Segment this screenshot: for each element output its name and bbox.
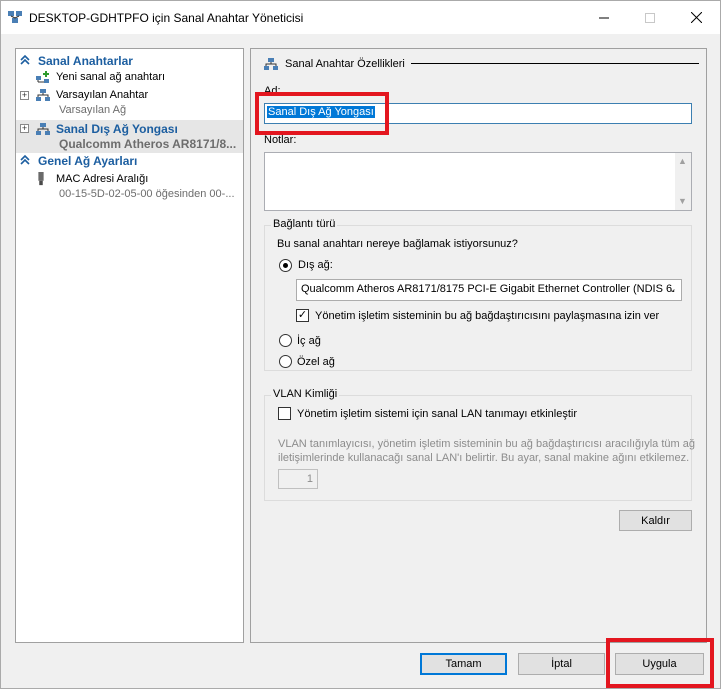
- tree-item-label: Varsayılan Anahtar: [56, 89, 149, 101]
- group-title: VLAN Kimliği: [271, 388, 340, 400]
- minimize-icon: [599, 17, 609, 18]
- internal-network-radio[interactable]: [279, 334, 292, 347]
- switch-icon: [264, 58, 278, 70]
- properties-title: Sanal Anahtar Özellikleri: [285, 58, 405, 70]
- switch-tree: Sanal Anahtarlar Yeni sanal ağ anahtarı …: [15, 48, 244, 643]
- expand-icon[interactable]: +: [20, 124, 29, 133]
- tree-item-sublabel: Varsayılan Ağ: [59, 104, 127, 116]
- maximize-icon: [645, 12, 655, 23]
- external-network-radio[interactable]: [279, 259, 292, 272]
- tree-item-label: MAC Adresi Aralığı: [56, 173, 149, 185]
- collapse-chevron-icon: [20, 154, 30, 165]
- switch-icon: [36, 89, 50, 101]
- notes-label: Notlar:: [264, 134, 297, 146]
- minimize-button[interactable]: [581, 1, 627, 34]
- title-bar: DESKTOP-GDHTPFO için Sanal Anahtar Yönet…: [1, 1, 720, 34]
- remove-button-label: Kaldır: [641, 514, 670, 527]
- cancel-button[interactable]: İptal: [518, 653, 605, 675]
- notes-scrollbar[interactable]: ▲ ▼: [675, 153, 691, 210]
- section-virtual-switches[interactable]: Sanal Anahtarlar: [16, 53, 243, 69]
- properties-header: Sanal Anahtar Özellikleri: [263, 57, 699, 71]
- ok-button-label: Tamam: [445, 658, 482, 670]
- scroll-up-icon: ▲: [678, 156, 687, 166]
- vlan-enable-label: Yönetim işletim sistemi için sanal LAN t…: [297, 408, 577, 420]
- switch-icon: [36, 123, 50, 135]
- external-network-label: Dış ağ:: [298, 259, 333, 271]
- group-title: Bağlantı türü: [271, 218, 338, 230]
- connection-question: Bu sanal anahtarı nereye bağlamak istiyo…: [277, 238, 518, 250]
- vlan-id-input[interactable]: 1: [278, 469, 318, 489]
- notes-textarea[interactable]: ▲ ▼: [264, 152, 692, 211]
- maximize-button[interactable]: [627, 1, 673, 34]
- header-divider: [411, 63, 699, 64]
- allow-share-label: Yönetim işletim sisteminin bu ağ bağdaşt…: [315, 310, 660, 322]
- section-global-network-settings[interactable]: Genel Ağ Ayarları: [16, 153, 243, 169]
- tree-item-external-switch[interactable]: + Sanal Dış Ağ Yongası Qualcomm Atheros …: [16, 120, 243, 153]
- network-switch-icon: [8, 11, 22, 23]
- tree-item-label: Sanal Dış Ağ Yongası: [56, 122, 178, 136]
- chevron-down-icon: ⌄: [667, 283, 677, 295]
- highlight-box-apply: [606, 638, 714, 688]
- virtual-switch-manager-window: DESKTOP-GDHTPFO için Sanal Anahtar Yönet…: [0, 0, 721, 689]
- tree-item-sublabel: 00-15-5D-02-05-00 öğesinden 00-...: [59, 188, 235, 200]
- private-network-label: Özel ağ: [297, 356, 335, 368]
- internal-network-label: İç ağ: [297, 335, 321, 347]
- vlan-id-value: 1: [306, 473, 313, 485]
- section-label: Sanal Anahtarlar: [38, 54, 133, 68]
- allow-share-checkbox[interactable]: ✓: [296, 309, 309, 322]
- section-label: Genel Ağ Ayarları: [38, 154, 138, 168]
- window-title: DESKTOP-GDHTPFO için Sanal Anahtar Yönet…: [29, 11, 304, 25]
- close-button[interactable]: [673, 1, 719, 34]
- vlan-enable-checkbox[interactable]: [278, 407, 291, 420]
- tree-item-default-switch[interactable]: + Varsayılan Anahtar Varsayılan Ağ: [16, 87, 243, 119]
- tree-item-new-switch[interactable]: Yeni sanal ağ anahtarı: [16, 69, 243, 85]
- remove-button[interactable]: Kaldır: [619, 510, 692, 531]
- vlan-description-line2: iletişimlerinde kullanacağı sanal LAN'ı …: [278, 452, 690, 464]
- tree-item-sublabel: Qualcomm Atheros AR8171/8...: [59, 137, 237, 151]
- network-adapter-select[interactable]: Qualcomm Atheros AR8171/8175 PCI-E Gigab…: [296, 279, 682, 301]
- collapse-chevron-icon: [20, 54, 30, 65]
- highlight-box-name: [255, 92, 389, 135]
- network-adapter-value: Qualcomm Atheros AR8171/8175 PCI-E Gigab…: [301, 283, 676, 295]
- vlan-description-line1: VLAN tanımlayıcısı, yönetim işletim sist…: [278, 438, 695, 450]
- ok-button[interactable]: Tamam: [420, 653, 507, 675]
- new-switch-icon: [36, 71, 49, 83]
- private-network-radio[interactable]: [279, 355, 292, 368]
- switch-properties-panel: Sanal Anahtar Özellikleri Ad: Sanal Dış …: [250, 48, 707, 643]
- cancel-button-label: İptal: [551, 658, 572, 670]
- scroll-down-icon: ▼: [678, 196, 687, 206]
- tree-item-mac-range[interactable]: MAC Adresi Aralığı 00-15-5D-02-05-00 öğe…: [16, 171, 243, 203]
- close-icon: [690, 12, 702, 23]
- expand-icon[interactable]: +: [20, 91, 29, 100]
- tree-item-label: Yeni sanal ağ anahtarı: [56, 71, 166, 83]
- network-adapter-icon: [38, 172, 44, 186]
